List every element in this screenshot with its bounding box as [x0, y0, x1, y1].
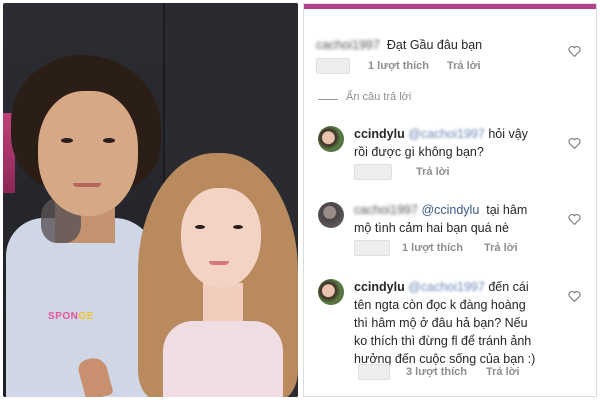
comment-text: tại hâm	[486, 203, 528, 217]
woman-eye-right	[233, 225, 243, 229]
comment-1-text-line: cachoi1997 Đạt Gầu đâu bạn	[316, 37, 482, 53]
photo-panel: SPONGE	[3, 3, 298, 397]
comment-3-line-2: mộ tình cảm hai bạn quá nè	[354, 221, 509, 235]
comment-mention[interactable]: @cachoi1997	[408, 280, 485, 294]
woman-face	[181, 188, 261, 288]
comment-text: đến cái	[488, 280, 529, 294]
comment-text: Đạt Gầu đâu bạn	[386, 38, 483, 52]
avatar[interactable]	[318, 279, 344, 305]
comment-2-line-2: rồi được gì không bạn?	[354, 145, 484, 159]
comment-4-line-4: ko thích thì đừng fl để tránh ảnh	[354, 334, 532, 348]
reply-button[interactable]: Trả lời	[486, 366, 520, 378]
comment-4-line-1: ccindylu @cachoi1997 đến cái	[354, 279, 529, 295]
comments-panel: cachoi1997 Đạt Gầu đâu bạn 1 lượt thích …	[303, 3, 597, 397]
blurred-timestamp	[316, 58, 350, 74]
heart-icon[interactable]	[568, 213, 581, 225]
woman-eye-left	[195, 225, 205, 229]
like-count[interactable]: 1 lượt thích	[402, 242, 463, 254]
avatar[interactable]	[318, 126, 344, 152]
man-face	[38, 91, 138, 216]
comment-3-line-1: cachoi1997 @ccindylu tại hâm	[354, 202, 527, 218]
comment-text: hỏi vậy	[488, 127, 528, 141]
reply-button[interactable]: Trả lời	[447, 60, 481, 72]
hide-replies-link[interactable]: Ẩn câu trả lời	[346, 91, 411, 103]
heart-icon[interactable]	[568, 45, 581, 57]
heart-icon[interactable]	[568, 137, 581, 149]
comment-username[interactable]: cachoi1997	[354, 203, 418, 217]
woman-top	[163, 321, 283, 397]
hoodie-print: SPONGE	[48, 311, 94, 322]
hoodie-print-b: GE	[78, 311, 94, 322]
comment-2-line-1: ccindylu @cachoi1997 hỏi vậy	[354, 126, 528, 142]
top-accent-bar	[304, 4, 596, 9]
avatar[interactable]	[318, 202, 344, 228]
like-count[interactable]: 3 lượt thích	[406, 366, 467, 378]
comment-4-line-2: tên ngta còn đọc k đàng hoàng	[354, 298, 526, 312]
blurred-timestamp	[354, 164, 392, 180]
woman-mouth	[209, 261, 229, 265]
blurred-timestamp	[354, 240, 390, 256]
man-mouth	[73, 183, 101, 187]
reply-button[interactable]: Trả lời	[484, 242, 518, 254]
comment-mention[interactable]: @cachoi1997	[408, 127, 485, 141]
reply-button[interactable]: Trả lời	[416, 166, 450, 178]
comment-username[interactable]: ccindylu	[354, 280, 405, 294]
man-eye-left	[61, 138, 73, 143]
man-eye-right	[103, 138, 115, 143]
comment-4-line-3: thì hâm mộ ở đâu hả bạn? Nếu	[354, 316, 528, 330]
blurred-timestamp	[358, 364, 390, 380]
comment-username[interactable]: cachoi1997	[316, 38, 380, 52]
hide-replies-dash	[318, 99, 338, 100]
hoodie-print-a: SPON	[48, 311, 79, 322]
comment-mention[interactable]: @ccindylu	[421, 203, 479, 217]
heart-icon[interactable]	[568, 290, 581, 302]
like-count[interactable]: 1 lượt thích	[368, 60, 429, 72]
comment-username[interactable]: ccindylu	[354, 127, 405, 141]
